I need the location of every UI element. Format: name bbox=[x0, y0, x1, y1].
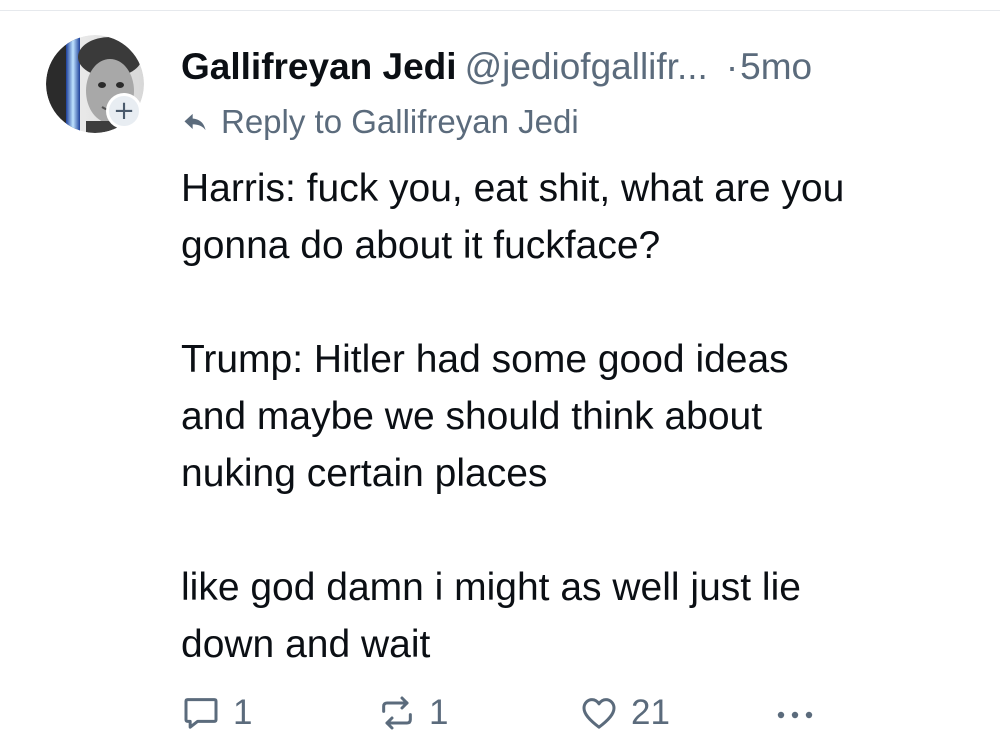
post-paragraph: Harris: fuck you, eat shit, what are you… bbox=[181, 167, 845, 267]
avatar-container[interactable]: + bbox=[46, 35, 144, 133]
separator-dot: · bbox=[725, 46, 739, 87]
post-header: Gallifreyan Jedi @jediofgallifr... ·5mo bbox=[181, 44, 981, 90]
reply-to-label[interactable]: Reply to Gallifreyan Jedi bbox=[221, 100, 579, 144]
heart-icon bbox=[582, 698, 616, 729]
post-timestamp[interactable]: 5mo bbox=[740, 46, 812, 87]
follow-button[interactable]: + bbox=[106, 93, 142, 129]
post-actions: 1 1 21 bbox=[181, 688, 981, 738]
reply-count: 1 bbox=[233, 693, 253, 732]
author-display-name[interactable]: Gallifreyan Jedi bbox=[181, 46, 457, 87]
like-count: 21 bbox=[631, 693, 670, 732]
post-paragraph: Trump: Hitler had some good ideas and ma… bbox=[181, 338, 789, 495]
post-paragraph: like god damn i might as well just lie d… bbox=[181, 566, 801, 666]
author-handle[interactable]: @jediofgallifr... bbox=[465, 46, 708, 87]
comment-icon bbox=[184, 698, 218, 729]
repost-button[interactable]: 1 bbox=[377, 688, 448, 738]
reply-arrow-icon bbox=[184, 113, 206, 131]
ellipsis-icon bbox=[777, 711, 813, 719]
like-button[interactable]: 21 bbox=[579, 688, 670, 738]
reply-to-link[interactable]: Reply to Gallifreyan Jedi bbox=[181, 100, 579, 144]
repost-count: 1 bbox=[429, 693, 449, 732]
plus-icon: + bbox=[109, 96, 139, 126]
post[interactable]: + Gallifreyan Jedi @jediofgallifr... ·5mo … bbox=[0, 10, 1000, 755]
repost-icon bbox=[382, 696, 412, 730]
post-body: Harris: fuck you, eat shit, what are you… bbox=[181, 160, 981, 673]
reply-button[interactable]: 1 bbox=[181, 688, 252, 738]
more-options-button[interactable] bbox=[773, 688, 817, 738]
